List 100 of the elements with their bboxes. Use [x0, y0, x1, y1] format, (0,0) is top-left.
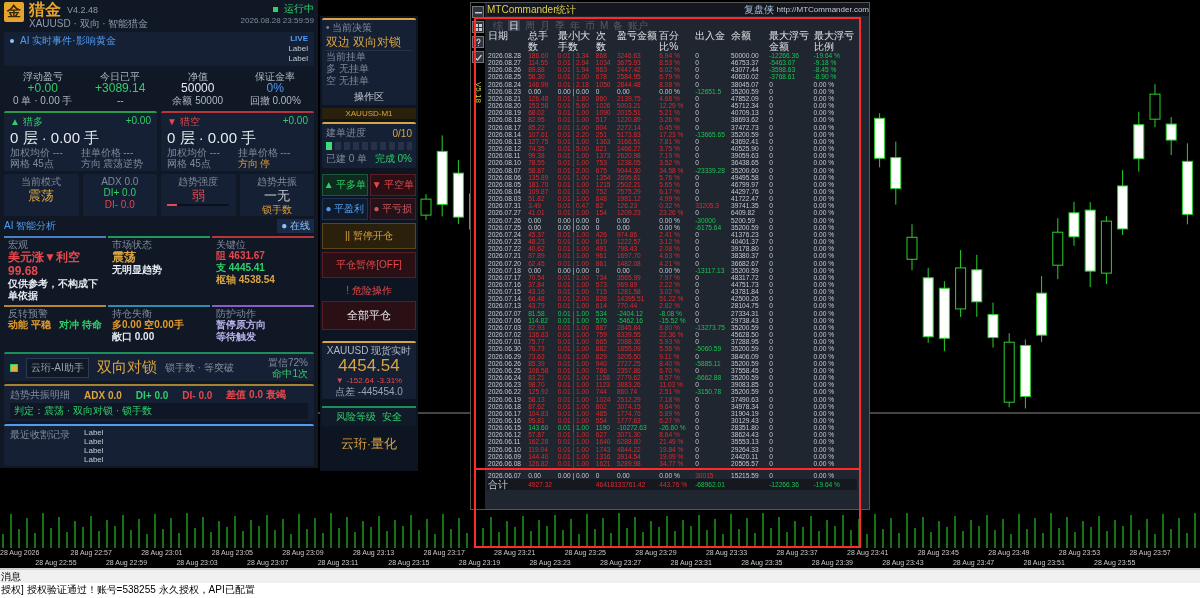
side-pnl: +0.00 [125, 115, 151, 128]
change-arrow: ▼ [335, 375, 344, 386]
close-all-button[interactable]: 全部平仓 [322, 301, 416, 330]
action-button[interactable]: ▼ 平空单 [370, 174, 416, 196]
period-tab[interactable]: 币 [585, 20, 595, 31]
period-tab[interactable]: 季 [555, 20, 565, 31]
indicator-value: 一无 [263, 187, 290, 204]
decision-value: 双边 双向对锁 [326, 34, 412, 51]
side-label: ▼ 猎空 [167, 115, 200, 129]
spread-label: 点差 -445454.0 [335, 386, 403, 397]
app-logo: 金 [4, 2, 24, 22]
side-pnl: +0.00 [282, 115, 308, 128]
candlestick [987, 302, 999, 349]
stat-subtext: 余额 50000 [172, 95, 224, 106]
minimize-icon[interactable] [472, 6, 484, 18]
log-entry: Label [84, 455, 104, 464]
card-title: 最近收割记录 [10, 428, 70, 442]
symbol-label: XAUUSD-M1 [322, 108, 416, 119]
pause-button[interactable]: 平仓暂停[OFF] [322, 252, 416, 278]
position-field: 挂单价格 --- [237, 147, 291, 158]
online-badge: ● 在线 [277, 219, 314, 233]
indicator-value: 弱 [191, 187, 205, 204]
position-field: 网格 45点 [167, 158, 211, 169]
card-title: 关键位 [216, 239, 247, 250]
version-label: V4.2.48 [67, 5, 99, 15]
analysis-text: 动能 平稳 [8, 319, 51, 331]
candlestick [1165, 116, 1177, 156]
pause-button[interactable]: || 暂停开仓 [322, 223, 416, 249]
resonance-value: ADX 0.0 [84, 389, 122, 401]
period-tab[interactable]: 年 [570, 20, 580, 31]
indicator-label: 趋势共振 [256, 176, 297, 187]
resonance-value: DI+ 0.0 [135, 389, 169, 401]
position-size: 0 层 · 0.00 手 [167, 129, 258, 147]
analysis-text: 美元涨▼利空 99.68 [8, 250, 81, 278]
candlestick [1149, 83, 1161, 128]
position-field: 网格 45点 [10, 158, 54, 169]
section-label: 操作区 [354, 91, 384, 103]
verdict-text: 判定：震荡 · 双向对锁 · 锁手数 [10, 403, 308, 419]
indicator-subtext: 锁手数 [261, 204, 292, 215]
column-header: 百分比% [658, 31, 681, 52]
stat-value: +3089.14 [95, 82, 146, 95]
analysis-text: 枢轴 4538.54 [216, 274, 275, 286]
card-title: 趋势共振明细 [10, 388, 70, 402]
side-label: ▲ 猎多 [10, 115, 43, 129]
period-tab[interactable]: 日 [508, 20, 520, 31]
column-header: 总手数 [528, 31, 550, 52]
indicator-label: 趋势强度 [178, 176, 219, 187]
progress-built: 已建 0 单 [326, 152, 368, 166]
di-plus-value: DI+ 0.0 [103, 187, 136, 199]
candlestick [955, 249, 967, 318]
candlestick [938, 280, 950, 352]
quote-title: XAUUSD 现货实时 [326, 345, 412, 356]
column-header: 出入金 [694, 31, 727, 43]
website-link[interactable]: http://MTCommander.com [776, 5, 869, 14]
position-field: 加权均价 --- [167, 147, 220, 158]
candlestick [1100, 215, 1112, 285]
card-title: 反转预警 [8, 308, 48, 319]
app-subtitle: XAUUSD · 双向 · 智能猎金 [29, 18, 150, 29]
stat-label: 今日已平 [100, 71, 141, 82]
action-button[interactable]: ● 平盈利 [322, 198, 368, 220]
column-header: 最小|大手数 [557, 31, 591, 52]
news-label: Label [288, 44, 308, 54]
card-title: 市场状态 [112, 239, 153, 250]
action-button[interactable]: ● 平亏损 [370, 198, 416, 220]
progress-count: 0/10 [392, 127, 412, 139]
pending-order-text: 多 无挂单 [326, 63, 370, 75]
brand-label: 复盘侠 [743, 2, 774, 17]
candlestick [906, 223, 918, 271]
table-cell: 合计 [487, 479, 528, 491]
confidence-label: 置信72% [268, 356, 308, 368]
stat-subtext: 回撤 0.00% [249, 95, 301, 106]
analysis-text: 支 4445.41 [216, 262, 265, 274]
stat-label: 保证金率 [255, 71, 296, 82]
section-title: AI 智能分析 [4, 219, 57, 233]
column-header: 盈亏金额 [616, 31, 658, 43]
stat-subtext: 0 单 · 0.00 手 [13, 95, 73, 106]
news-label: Label [288, 54, 308, 64]
stat-subtext: -- [116, 95, 124, 106]
stat-value: +0.00 [27, 82, 58, 95]
column-header: 日期 [487, 31, 509, 43]
card-title: 防护动作 [216, 308, 256, 319]
candlestick [452, 159, 464, 225]
hit-count: 命中1次 [272, 367, 308, 379]
log-entry: Label [84, 437, 104, 446]
analysis-text: 敞口 0.00 [112, 331, 155, 343]
candlestick [1117, 169, 1129, 236]
strategy-mode: 锁手数 · 等突破 [164, 360, 234, 375]
position-field: 方向 震荡逆势 [80, 158, 144, 169]
stat-label: 净值 [187, 71, 208, 82]
strategy-name: 双向对锁 [96, 358, 157, 377]
card-title: 建单进度 [326, 126, 366, 140]
column-header: 最大浮亏比例 [812, 31, 855, 52]
analysis-text: 等待触发 [216, 331, 256, 343]
analysis-text: 震荡 [112, 250, 136, 264]
candlestick [874, 112, 886, 168]
action-button[interactable]: ▲ 平多单 [322, 174, 368, 196]
assistant-button[interactable]: 云珩-AI助手 [26, 357, 89, 378]
column-header: 最大浮亏金额 [768, 31, 811, 52]
card-title: 宏观 [8, 239, 29, 250]
message-text: 授权] 授权验证通过！账号=538255 永久授权，API已配置 [0, 583, 256, 596]
